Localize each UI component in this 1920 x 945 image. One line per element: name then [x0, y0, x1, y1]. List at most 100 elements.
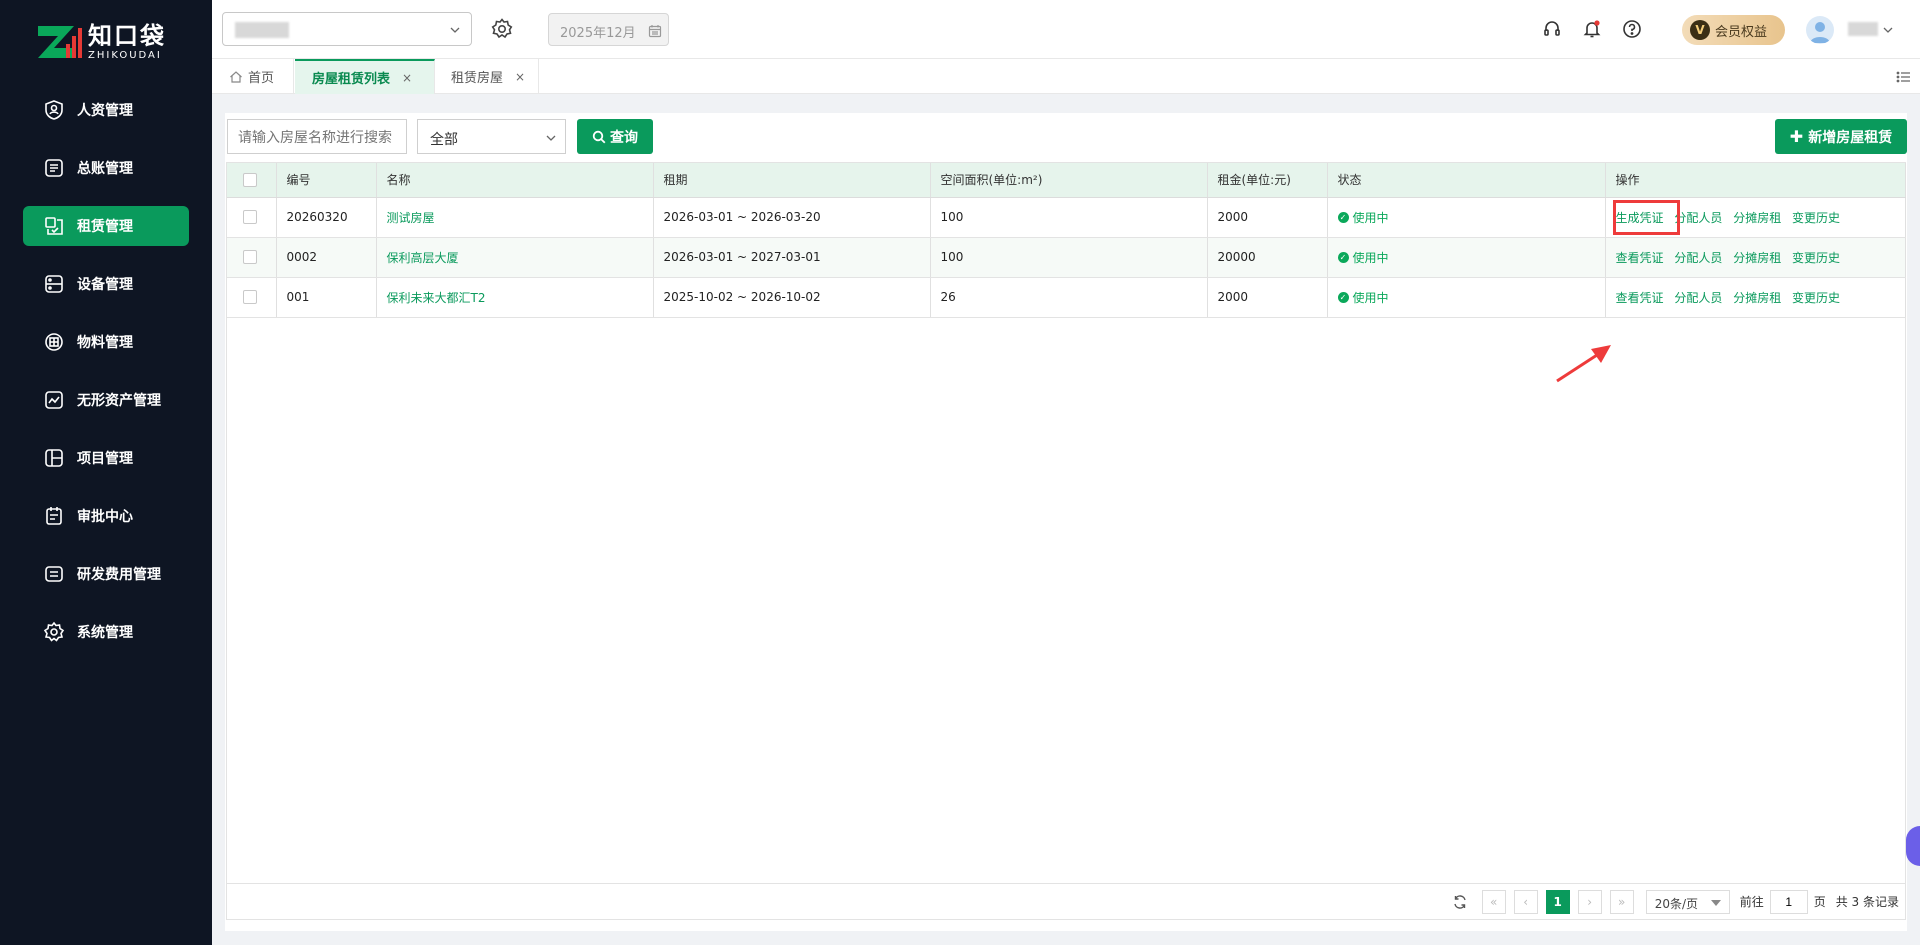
row-checkbox[interactable] — [243, 250, 257, 265]
next-page-button[interactable]: › — [1577, 889, 1602, 914]
cell-status: ✓ 使用中 — [1327, 277, 1606, 318]
allocate-rent-link[interactable]: 分摊房租 — [1733, 291, 1781, 305]
lease-table: 编号 名称 租期 空间面积(单位:m²) 租金(单位:元) 状态 操作 2026… — [226, 162, 1906, 884]
column-header: 租期 — [653, 163, 931, 198]
sidebar-item-hr[interactable]: 人资管理 — [23, 90, 189, 130]
check-circle-icon: ✓ — [1337, 251, 1349, 263]
month-picker[interactable]: 2025年12月 — [548, 13, 669, 46]
sidebar-item-lease[interactable]: 租赁管理 — [23, 206, 189, 246]
view-voucher-link[interactable]: 查看凭证 — [1616, 251, 1664, 265]
sidebar-item-project[interactable]: 项目管理 — [23, 438, 189, 478]
allocate-rent-link[interactable]: 分摊房租 — [1733, 211, 1781, 225]
calendar-icon — [648, 25, 662, 38]
close-icon[interactable]: × — [515, 70, 525, 84]
house-name-link[interactable]: 保利高层大厦 — [387, 251, 459, 265]
cell-period: 2026-03-01 ~ 2026-03-20 — [653, 197, 931, 238]
gear-icon[interactable] — [490, 17, 514, 41]
tab-label: 首页 — [248, 71, 275, 86]
status-filter-select[interactable]: 全部 — [417, 119, 566, 154]
last-page-button[interactable]: » — [1609, 889, 1634, 914]
tab-label: 房屋租赁列表 — [312, 72, 391, 87]
brand-logo[interactable]: 知口袋 ZHIKOUDAI — [36, 22, 166, 62]
plus-icon: ✚ — [1789, 127, 1804, 146]
tab-house-lease-list[interactable]: 房屋租赁列表 × — [295, 59, 435, 94]
assign-staff-link[interactable]: 分配人员 — [1674, 211, 1722, 225]
headset-icon[interactable] — [1542, 19, 1562, 39]
caret-down-icon — [1710, 899, 1721, 906]
house-name-link[interactable]: 测试房屋 — [387, 211, 435, 225]
cell-rent: 20000 — [1207, 237, 1328, 278]
page-size-select[interactable]: 20条/页 — [1645, 889, 1730, 914]
row-checkbox[interactable] — [243, 210, 257, 225]
sidebar-item-label: 审批中心 — [77, 509, 133, 525]
status-badge: ✓ 使用中 — [1337, 289, 1389, 306]
add-house-lease-button[interactable]: ✚ 新增房屋租赁 — [1775, 119, 1907, 154]
top-header: 2025年12月 V 会员权益 — [212, 0, 1920, 59]
cell-name: 测试房屋 — [376, 197, 654, 238]
search-icon — [592, 130, 606, 143]
change-history-link[interactable]: 变更历史 — [1792, 291, 1840, 305]
search-input[interactable] — [227, 119, 407, 154]
first-page-button[interactable]: « — [1481, 889, 1506, 914]
view-voucher-link[interactable]: 查看凭证 — [1616, 291, 1664, 305]
sidebar-item-label: 物料管理 — [77, 335, 133, 351]
select-all-cell — [227, 163, 277, 198]
tab-bar: 首页 房屋租赁列表 × 租赁房屋 × — [212, 59, 1920, 94]
status-badge: ✓ 使用中 — [1337, 249, 1389, 266]
goto-page-input[interactable] — [1769, 889, 1808, 914]
company-select[interactable] — [222, 12, 472, 46]
close-icon[interactable]: × — [402, 71, 412, 85]
goto-prefix: 前往 — [1739, 895, 1764, 909]
tab-leased-house[interactable]: 租赁房屋 × — [436, 59, 539, 94]
select-all-checkbox[interactable] — [243, 173, 257, 187]
sidebar-item-device[interactable]: 设备管理 — [23, 264, 189, 304]
highlight-box — [1612, 199, 1680, 235]
sidebar-item-approval[interactable]: 审批中心 — [23, 496, 189, 536]
sidebar-item-material[interactable]: 物料管理 — [23, 322, 189, 362]
row-checkbox[interactable] — [243, 290, 257, 305]
prev-page-button[interactable]: ‹ — [1513, 889, 1538, 914]
bell-icon[interactable] — [1582, 19, 1602, 39]
cell-id: 0002 — [276, 237, 377, 278]
main-content: 全部 查询 ✚ 新增房屋租赁 编号 名称 租期 空间面积(单位:m²) 租金(单… — [225, 113, 1907, 931]
house-name-link[interactable]: 保利未来大都汇T2 — [387, 291, 486, 305]
tab-home[interactable]: 首页 — [212, 59, 294, 94]
sidebar-item-label: 设备管理 — [77, 277, 133, 293]
chat-widget-icon[interactable] — [1906, 826, 1920, 866]
table-row: 001 保利未来大都汇T2 2025-10-02 ~ 2026-10-02 26… — [227, 277, 1906, 318]
sidebar-item-system[interactable]: 系统管理 — [23, 612, 189, 652]
sidebar-item-label: 租赁管理 — [77, 219, 133, 235]
brand-name-en: ZHIKOUDAI — [88, 50, 162, 61]
vip-benefits-button[interactable]: V 会员权益 — [1682, 15, 1785, 45]
list-menu-icon[interactable] — [1896, 69, 1912, 85]
allocate-rent-link[interactable]: 分摊房租 — [1733, 251, 1781, 265]
avatar[interactable] — [1806, 16, 1834, 44]
change-history-link[interactable]: 变更历史 — [1792, 251, 1840, 265]
goto-suffix: 页 — [1813, 895, 1826, 909]
refresh-icon[interactable] — [1452, 894, 1468, 910]
chevron-down-icon — [546, 135, 556, 141]
assign-staff-link[interactable]: 分配人员 — [1674, 291, 1722, 305]
cell-area: 26 — [930, 277, 1208, 318]
sidebar-item-rd-expense[interactable]: 研发费用管理 — [23, 554, 189, 594]
change-history-link[interactable]: 变更历史 — [1792, 211, 1840, 225]
chevron-down-icon[interactable] — [1882, 24, 1894, 36]
sidebar-item-ledger[interactable]: 总账管理 — [23, 148, 189, 188]
chevron-down-icon — [450, 27, 460, 33]
cell-name: 保利高层大厦 — [376, 237, 654, 278]
query-button[interactable]: 查询 — [577, 119, 653, 154]
check-circle-icon: ✓ — [1337, 291, 1349, 303]
current-page[interactable]: 1 — [1545, 889, 1570, 914]
brand-name: 知口袋 — [88, 22, 166, 50]
sidebar-item-intangible[interactable]: 无形资产管理 — [23, 380, 189, 420]
row-select-cell — [227, 277, 277, 318]
sidebar-item-label: 系统管理 — [77, 625, 133, 641]
material-icon — [45, 333, 63, 351]
status-filter-value: 全部 — [430, 132, 458, 148]
username-redacted — [1848, 22, 1878, 36]
help-icon[interactable] — [1622, 19, 1642, 39]
assign-staff-link[interactable]: 分配人员 — [1674, 251, 1722, 265]
status-text: 使用中 — [1352, 290, 1389, 305]
month-value: 2025年12月 — [560, 26, 636, 41]
home-icon — [230, 70, 242, 83]
